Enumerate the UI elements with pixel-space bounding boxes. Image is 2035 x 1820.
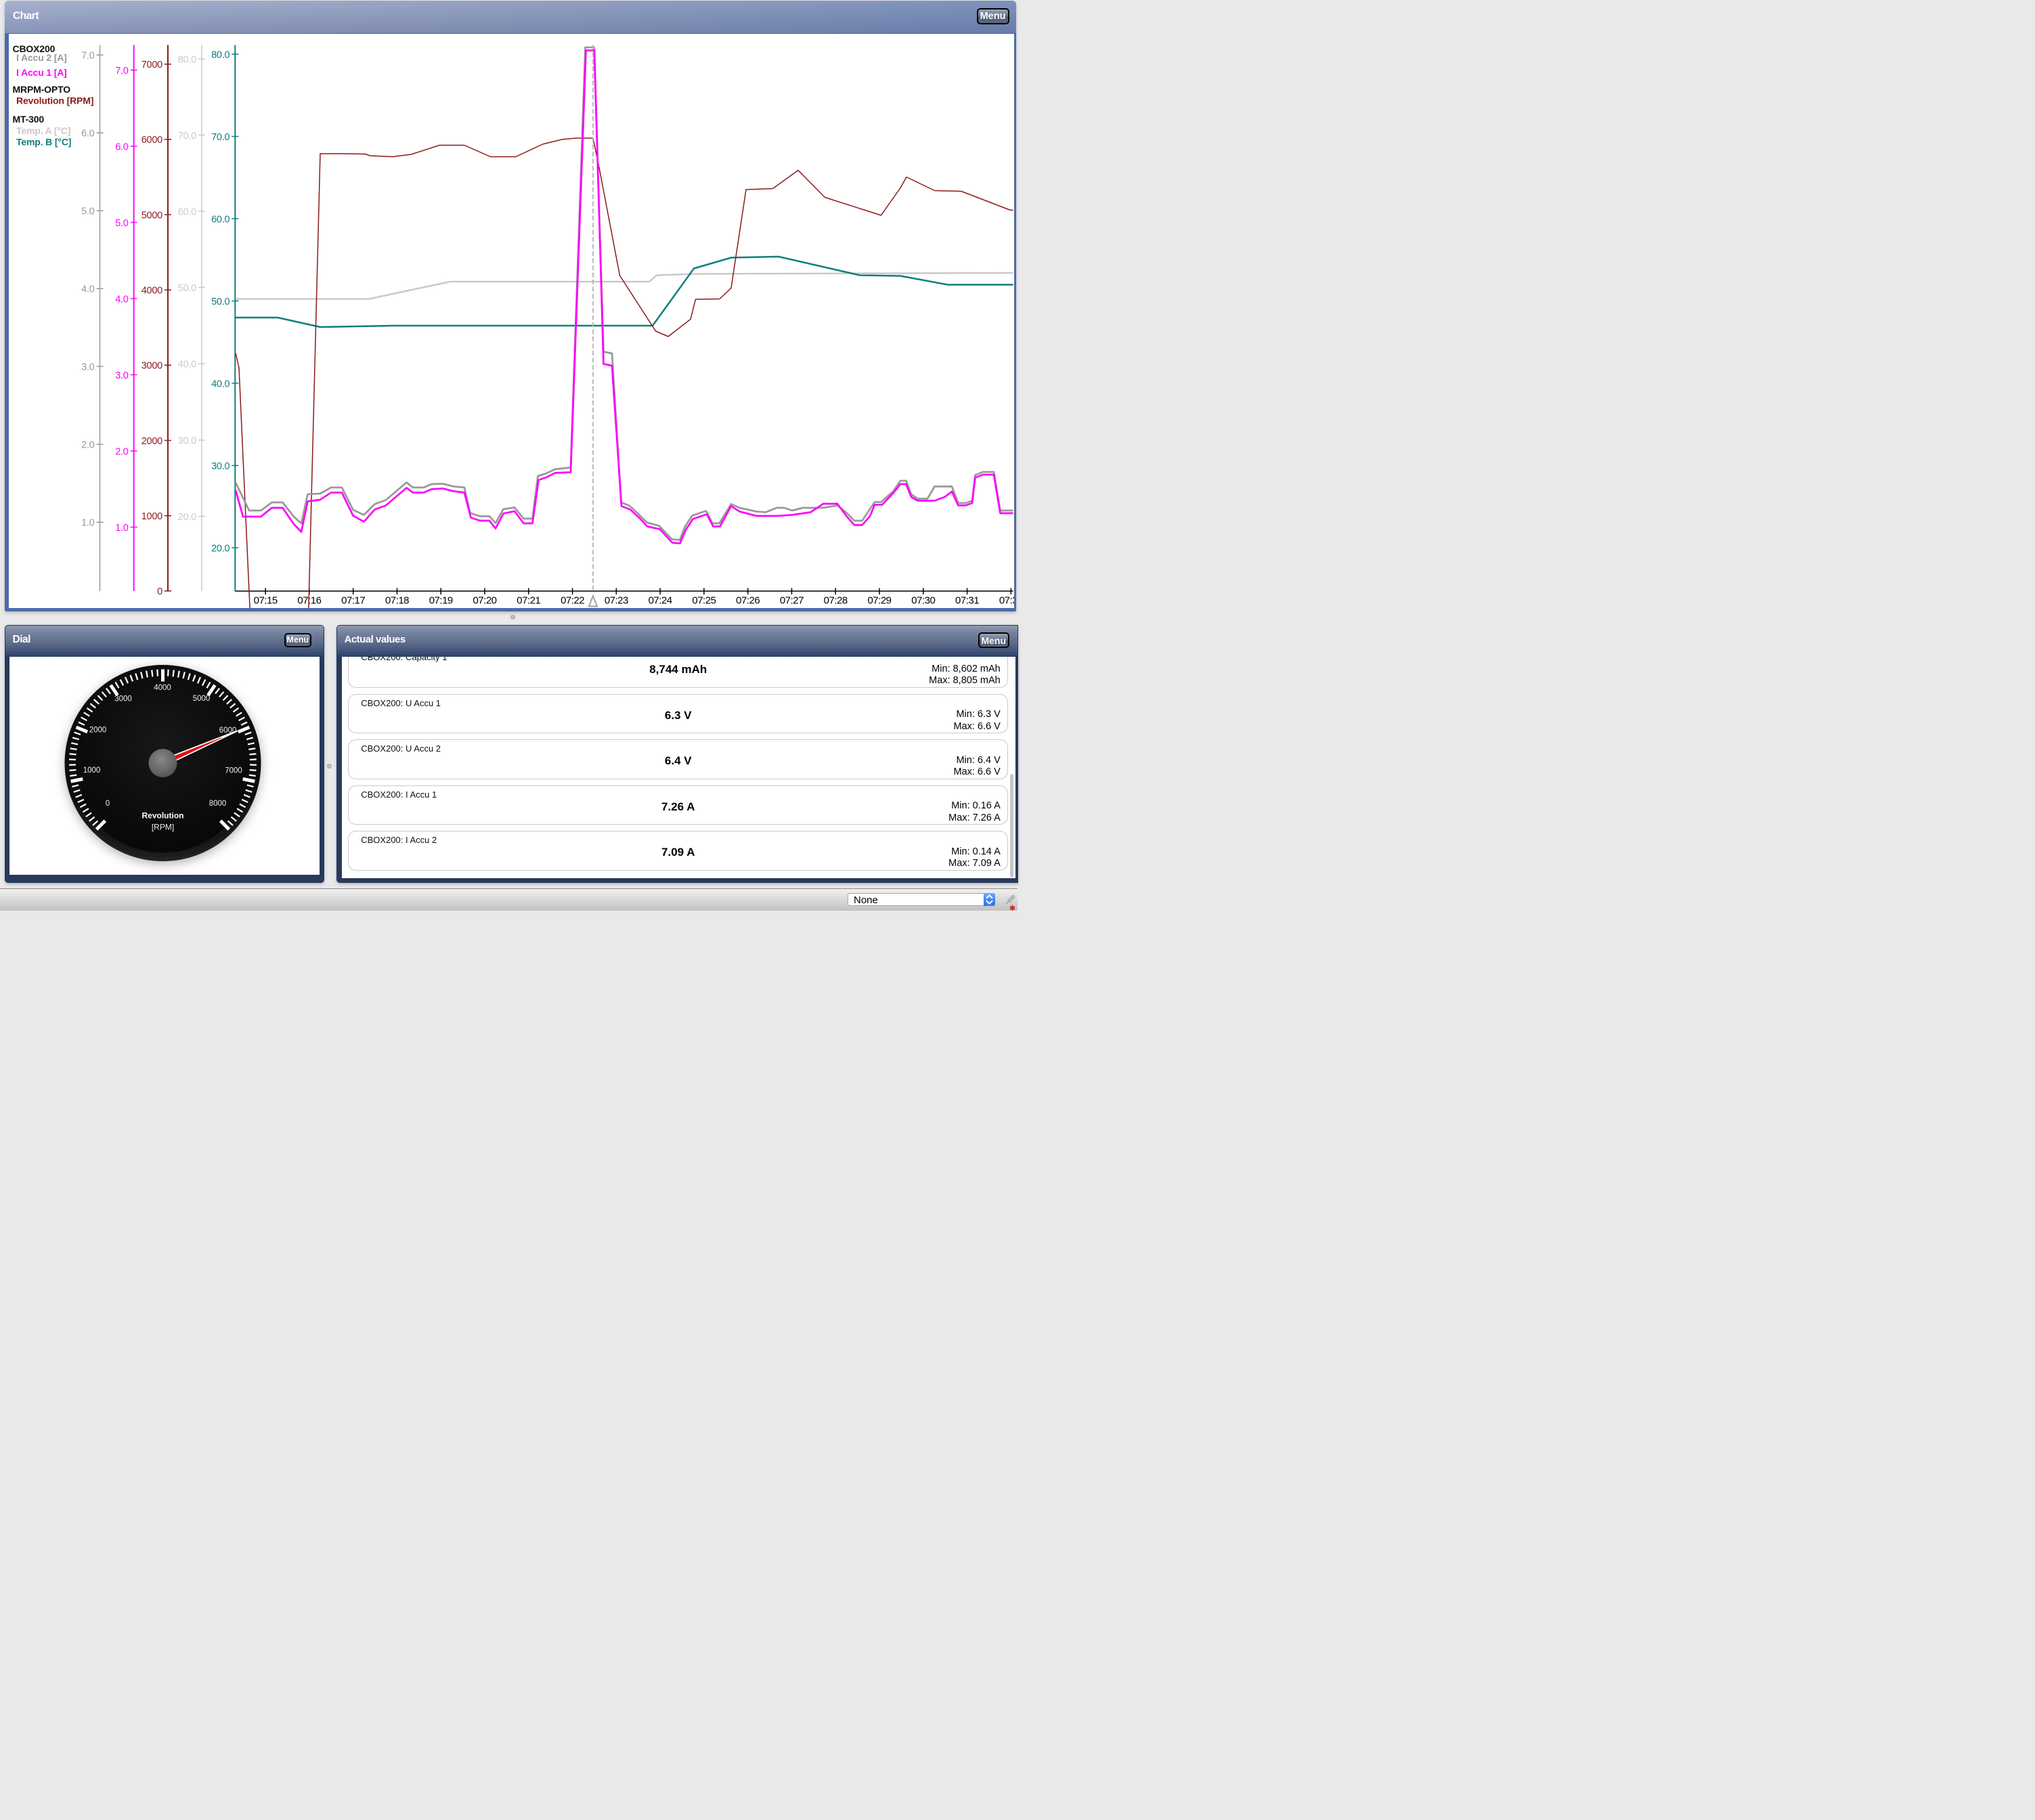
svg-text:07:28: 07:28 xyxy=(824,594,848,606)
svg-text:I Accu 2 [A]: I Accu 2 [A] xyxy=(16,52,67,63)
svg-text:1000: 1000 xyxy=(83,766,100,775)
svg-text:Revolution [RPM]: Revolution [RPM] xyxy=(16,95,93,106)
svg-text:8000: 8000 xyxy=(209,800,226,808)
svg-text:07:25: 07:25 xyxy=(692,594,716,606)
svg-text:07:26: 07:26 xyxy=(736,594,760,606)
svg-text:7.0: 7.0 xyxy=(81,50,95,61)
svg-text:07:32: 07:32 xyxy=(999,594,1014,606)
svg-text:1.0: 1.0 xyxy=(115,522,129,533)
svg-text:5.0: 5.0 xyxy=(115,217,129,228)
svg-text:2000: 2000 xyxy=(89,727,106,735)
svg-text:07:15: 07:15 xyxy=(254,594,278,606)
svg-text:70.0: 70.0 xyxy=(178,130,196,141)
svg-text:2.0: 2.0 xyxy=(81,439,95,450)
svg-text:MT-300: MT-300 xyxy=(13,114,45,125)
svg-text:60.0: 60.0 xyxy=(178,207,196,217)
svg-text:30.0: 30.0 xyxy=(178,435,196,446)
svg-text:[RPM]: [RPM] xyxy=(151,823,173,832)
svg-text:40.0: 40.0 xyxy=(211,378,229,389)
svg-text:07:22: 07:22 xyxy=(561,594,584,606)
svg-text:0: 0 xyxy=(105,800,109,808)
svg-text:3.0: 3.0 xyxy=(81,362,95,372)
svg-text:Revolution: Revolution xyxy=(141,811,183,821)
svg-text:07:18: 07:18 xyxy=(385,594,409,606)
svg-text:07:20: 07:20 xyxy=(473,594,496,606)
svg-text:4000: 4000 xyxy=(154,684,171,692)
svg-text:07:17: 07:17 xyxy=(341,594,365,606)
svg-text:4.0: 4.0 xyxy=(115,294,129,305)
svg-text:07:27: 07:27 xyxy=(780,594,804,606)
svg-text:4.0: 4.0 xyxy=(81,284,95,295)
svg-text:3000: 3000 xyxy=(141,360,162,371)
svg-text:20.0: 20.0 xyxy=(178,511,196,522)
svg-text:4000: 4000 xyxy=(141,285,162,296)
svg-text:07:29: 07:29 xyxy=(867,594,891,606)
svg-text:3000: 3000 xyxy=(114,695,132,703)
svg-text:20.0: 20.0 xyxy=(211,543,229,554)
svg-text:6.0: 6.0 xyxy=(115,142,129,152)
svg-text:6.0: 6.0 xyxy=(81,128,95,139)
svg-text:1000: 1000 xyxy=(141,511,162,521)
svg-text:7000: 7000 xyxy=(225,767,242,775)
svg-text:Temp. A [°C]: Temp. A [°C] xyxy=(16,125,70,136)
svg-text:3.0: 3.0 xyxy=(115,370,129,381)
svg-text:80.0: 80.0 xyxy=(178,54,196,65)
svg-text:50.0: 50.0 xyxy=(178,282,196,293)
svg-text:6000: 6000 xyxy=(141,135,162,146)
svg-text:30.0: 30.0 xyxy=(211,460,229,471)
svg-text:2000: 2000 xyxy=(141,435,162,446)
svg-text:07:30: 07:30 xyxy=(911,594,935,606)
svg-text:Temp. B [°C]: Temp. B [°C] xyxy=(16,136,71,147)
svg-text:40.0: 40.0 xyxy=(178,359,196,370)
svg-text:7000: 7000 xyxy=(141,60,162,70)
svg-text:07:23: 07:23 xyxy=(605,594,628,606)
svg-text:0: 0 xyxy=(157,586,162,597)
svg-text:2.0: 2.0 xyxy=(115,446,129,457)
svg-text:80.0: 80.0 xyxy=(211,49,229,60)
svg-text:07:19: 07:19 xyxy=(429,594,453,606)
svg-text:50.0: 50.0 xyxy=(211,296,229,307)
svg-text:1.0: 1.0 xyxy=(81,517,95,528)
svg-text:70.0: 70.0 xyxy=(211,131,229,142)
svg-text:60.0: 60.0 xyxy=(211,214,229,225)
svg-text:07:31: 07:31 xyxy=(955,594,979,606)
svg-text:7.0: 7.0 xyxy=(115,65,129,76)
svg-text:5.0: 5.0 xyxy=(81,206,95,217)
svg-text:07:24: 07:24 xyxy=(649,594,672,606)
svg-text:5000: 5000 xyxy=(192,695,210,703)
svg-text:07:21: 07:21 xyxy=(517,594,540,606)
svg-text:I Accu 1 [A]: I Accu 1 [A] xyxy=(16,67,67,78)
svg-text:MRPM-OPTO: MRPM-OPTO xyxy=(13,84,71,95)
svg-text:5000: 5000 xyxy=(141,210,162,221)
svg-text:6000: 6000 xyxy=(219,727,236,735)
